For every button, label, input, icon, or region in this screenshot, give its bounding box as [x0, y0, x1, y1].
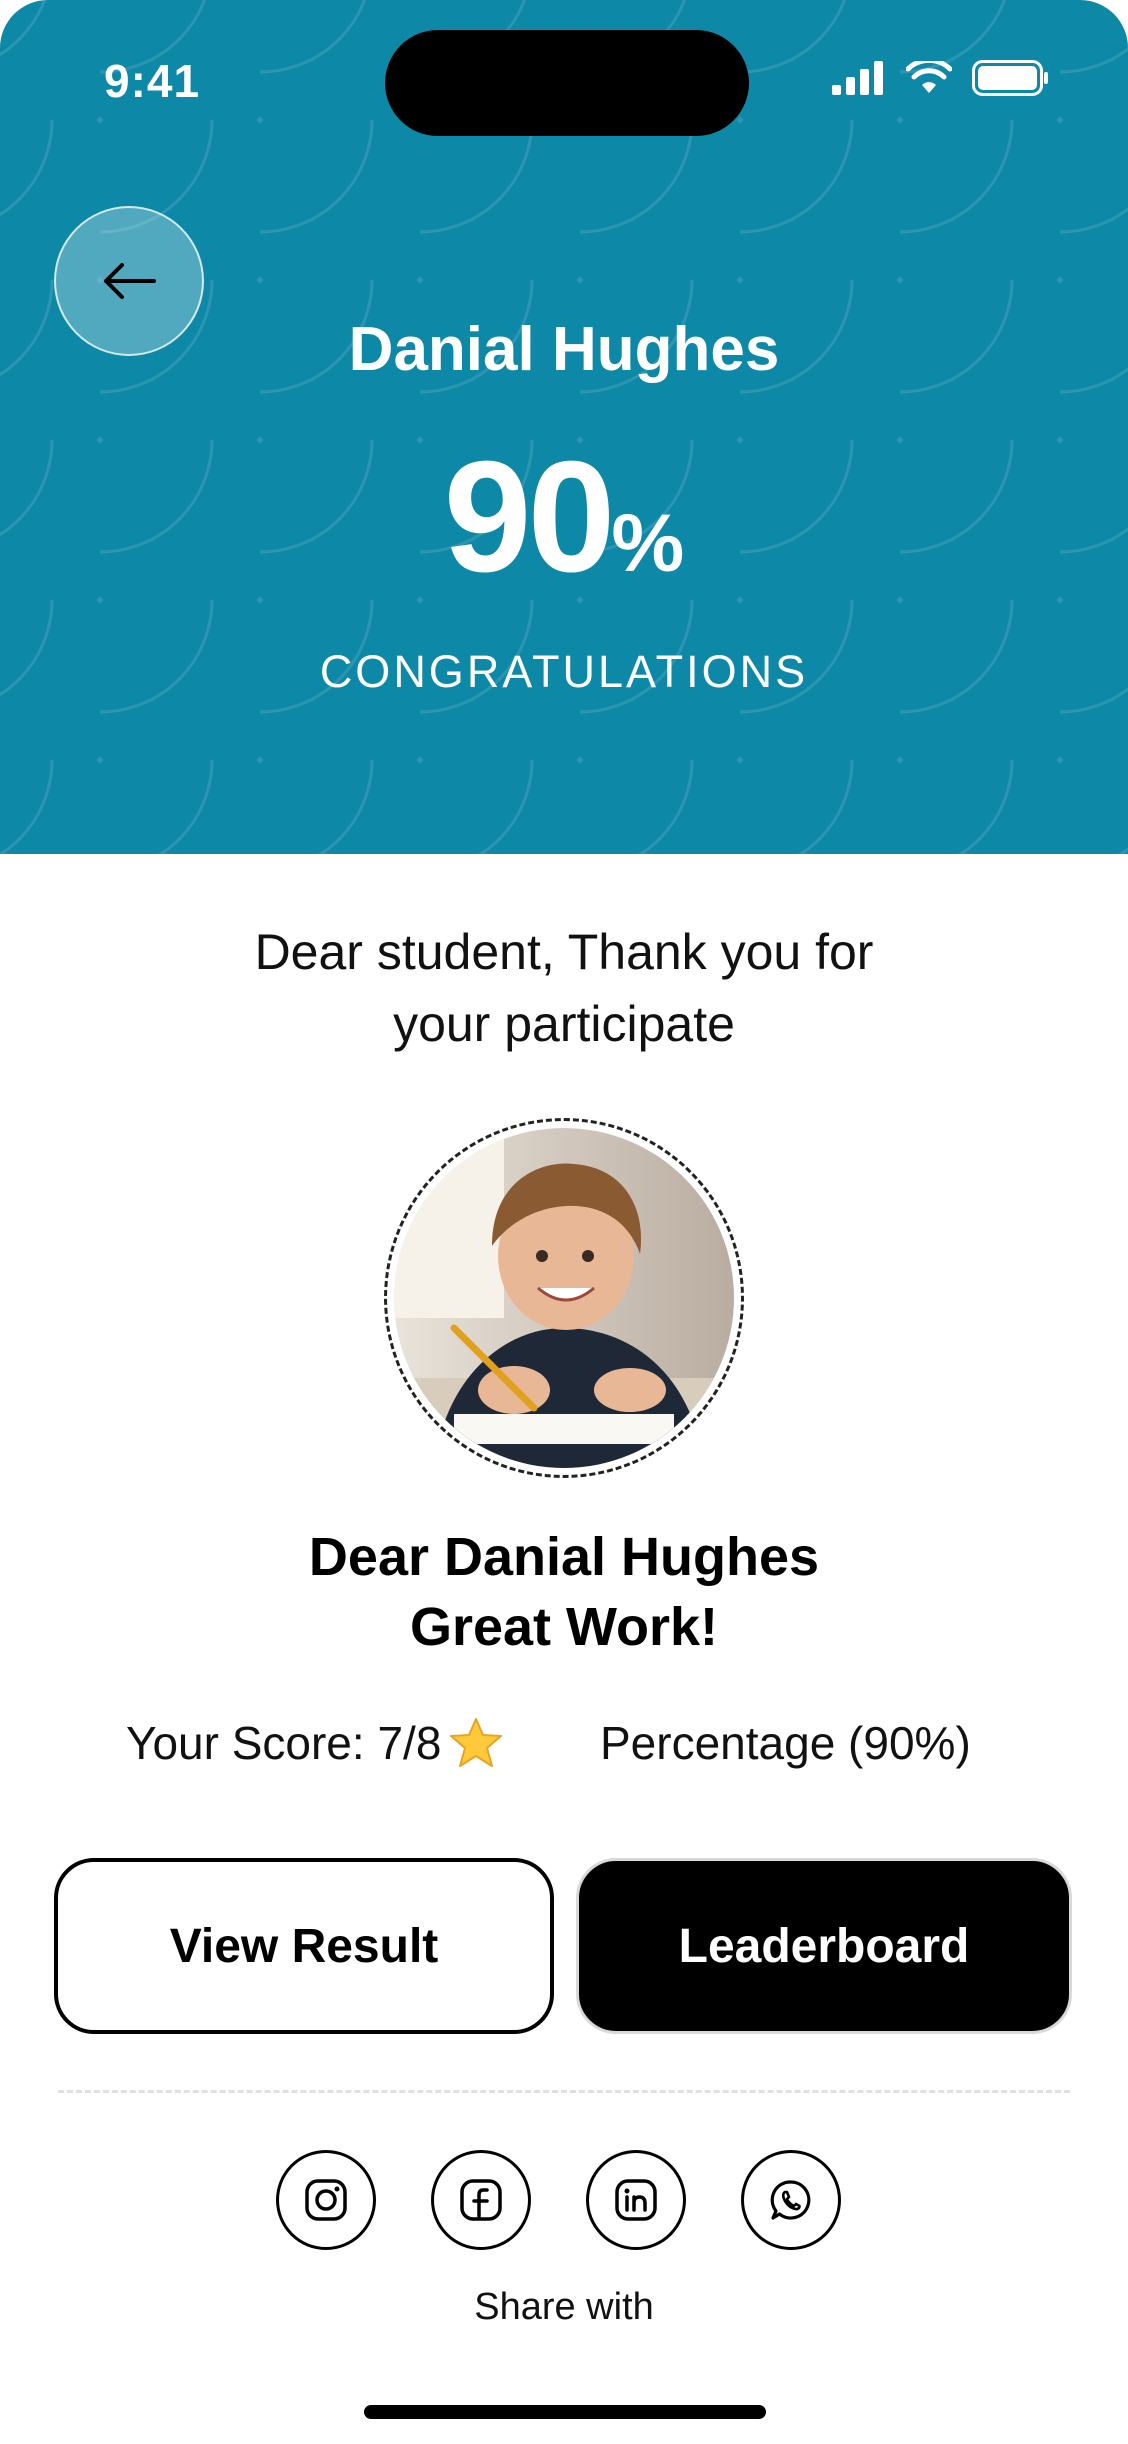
signal-icon: [832, 61, 883, 95]
thanks-message: Dear student, Thank you for your partici…: [164, 916, 964, 1060]
score-text: Your Score: 7/8: [126, 1717, 442, 1769]
linkedin-icon: [615, 2179, 657, 2221]
greeting: Dear Danial Hughes Great Work!: [0, 1522, 1128, 1662]
share-instagram-button[interactable]: [276, 2150, 376, 2250]
battery-icon: [972, 60, 1048, 96]
divider: [58, 2090, 1070, 2093]
score-unit: %: [611, 498, 685, 589]
student-name: Danial Hughes: [348, 315, 780, 384]
share-facebook-button[interactable]: [431, 2150, 531, 2250]
score-value: 90: [443, 429, 616, 605]
share-whatsapp-button[interactable]: [741, 2150, 841, 2250]
share-buttons: [276, 2150, 841, 2250]
whatsapp-icon: [770, 2180, 811, 2220]
facebook-icon: [460, 2179, 502, 2221]
home-indicator[interactable]: [364, 2405, 766, 2419]
wifi-icon: [906, 61, 952, 93]
star-icon: [450, 1718, 503, 1767]
status-time: 9:41: [104, 55, 201, 107]
arrow-left-icon: [104, 263, 156, 299]
avatar: [394, 1128, 734, 1468]
student-photo: [394, 1128, 734, 1468]
congrats-label: CONGRATULATIONS: [319, 646, 809, 697]
leaderboard-button[interactable]: Leaderboard: [576, 1858, 1072, 2034]
status-icons: [832, 60, 1050, 96]
result-header: 9:41 Danial Hughes 90% CONGRATULATIONS: [0, 0, 1128, 854]
instagram-icon: [305, 2179, 347, 2221]
score-stat: Your Score: 7/8: [126, 1716, 503, 1770]
share-label: Share with: [474, 2286, 654, 2328]
greeting-line-2: Great Work!: [409, 1597, 719, 1657]
score-percentage: 90%: [0, 438, 1128, 596]
share-linkedin-button[interactable]: [586, 2150, 686, 2250]
dynamic-island: [385, 30, 749, 136]
thanks-line-2: your participate: [393, 996, 735, 1052]
greeting-line-1: Dear Danial Hughes: [308, 1527, 820, 1587]
percentage-stat: Percentage (90%): [600, 1717, 971, 1769]
view-result-button[interactable]: View Result: [54, 1858, 554, 2034]
thanks-line-1: Dear student, Thank you for: [254, 924, 874, 980]
